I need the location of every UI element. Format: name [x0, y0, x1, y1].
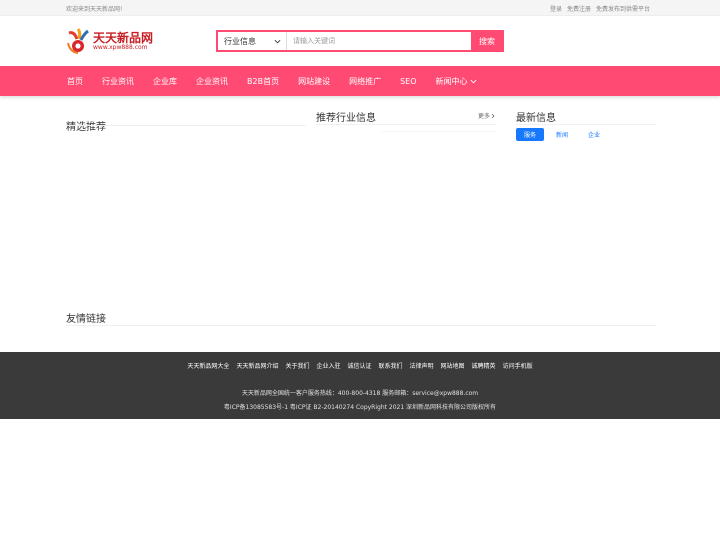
nav-item-home[interactable]: 首页: [67, 76, 83, 87]
search-button[interactable]: 搜索: [471, 32, 503, 50]
top-bar: 欢迎来到天天新品网! 登录 免费注册 免费发布到供需平台: [0, 0, 720, 16]
search-category-label: 行业信息: [224, 36, 256, 46]
chevron-down-icon: [470, 79, 476, 83]
footer-link-sitemap[interactable]: 网站地图: [441, 361, 465, 370]
footer-link-careers[interactable]: 诚聘精英: [472, 361, 496, 370]
friend-links-title: 友情链接: [66, 314, 106, 325]
header: 天天新品网 www.xpw888.com 行业信息 搜索: [0, 16, 720, 66]
footer-link-directory[interactable]: 天天新品网大全: [187, 361, 229, 370]
footer-link-join[interactable]: 企业入驻: [316, 361, 340, 370]
divider: [516, 124, 656, 125]
footer-link-legal[interactable]: 法律声明: [410, 361, 434, 370]
nav-item-seo[interactable]: SEO: [400, 77, 416, 86]
footer: 天天新品网大全 天天新品网介绍 关于我们 企业入驻 诚信认证 联系我们 法律声明…: [0, 352, 720, 419]
tab-services[interactable]: 服务: [516, 128, 544, 141]
nav-item-company-directory[interactable]: 企业库: [153, 76, 177, 87]
latest-section-title: 最新信息: [516, 113, 556, 124]
divider: [316, 124, 496, 125]
recommended-section-title: 推荐行业信息: [316, 113, 376, 124]
nav-item-news-center[interactable]: 新闻中心: [436, 76, 477, 87]
footer-link-contact[interactable]: 联系我们: [379, 361, 403, 370]
nav-item-industry-news[interactable]: 行业资讯: [102, 76, 134, 87]
nav-item-company-news[interactable]: 企业资讯: [196, 76, 228, 87]
nav-item-web-promotion[interactable]: 网络推广: [349, 76, 381, 87]
divider: [66, 325, 656, 326]
logo-emblem-icon: [67, 28, 89, 54]
nav-item-website-building[interactable]: 网站建设: [298, 76, 330, 87]
main-nav: 首页 行业资讯 企业库 企业资讯 B2B首页 网站建设 网络推广 SEO 新闻中…: [0, 66, 720, 96]
chevron-down-icon: [274, 39, 281, 43]
divider: [380, 131, 496, 132]
site-logo[interactable]: 天天新品网 www.xpw888.com: [66, 27, 158, 55]
logo-domain-text: www.xpw888.com: [93, 44, 148, 51]
nav-item-b2b-home[interactable]: B2B首页: [247, 76, 279, 87]
footer-hotline: 天天新品网全国统一客户服务热线：400-800-4318 服务邮箱：servic…: [241, 390, 479, 397]
register-link[interactable]: 免费注册: [567, 4, 591, 13]
latest-tabs: 服务 新闻 企业: [516, 128, 608, 141]
footer-link-intro[interactable]: 天天新品网介绍: [236, 361, 278, 370]
footer-links: 天天新品网大全 天天新品网介绍 关于我们 企业入驻 诚信认证 联系我们 法律声明…: [0, 361, 720, 370]
free-post-link[interactable]: 免费发布到供需平台: [596, 4, 650, 13]
chevron-right-icon: [491, 113, 495, 118]
search-input[interactable]: [287, 32, 471, 50]
footer-link-certification[interactable]: 诚信认证: [347, 361, 371, 370]
divider: [66, 125, 306, 126]
footer-link-mobile[interactable]: 访问手机版: [503, 361, 533, 370]
top-links: 登录 免费注册 免费发布到供需平台: [550, 4, 650, 13]
search-category-select[interactable]: 行业信息: [218, 32, 287, 50]
tab-companies[interactable]: 企业: [580, 128, 608, 141]
welcome-text: 欢迎来到天天新品网!: [66, 6, 123, 13]
nav-item-news-center-label: 新闻中心: [435, 76, 468, 86]
login-link[interactable]: 登录: [550, 4, 562, 13]
more-label: 更多: [478, 113, 491, 120]
footer-copyright: 粤ICP备13085583号-1 粤ICP证 B2-20140274 CopyR…: [223, 404, 497, 411]
more-link[interactable]: 更多: [478, 111, 495, 120]
tab-news[interactable]: 新闻: [548, 128, 576, 141]
search-bar: 行业信息 搜索: [216, 30, 504, 52]
footer-link-about[interactable]: 关于我们: [285, 361, 309, 370]
